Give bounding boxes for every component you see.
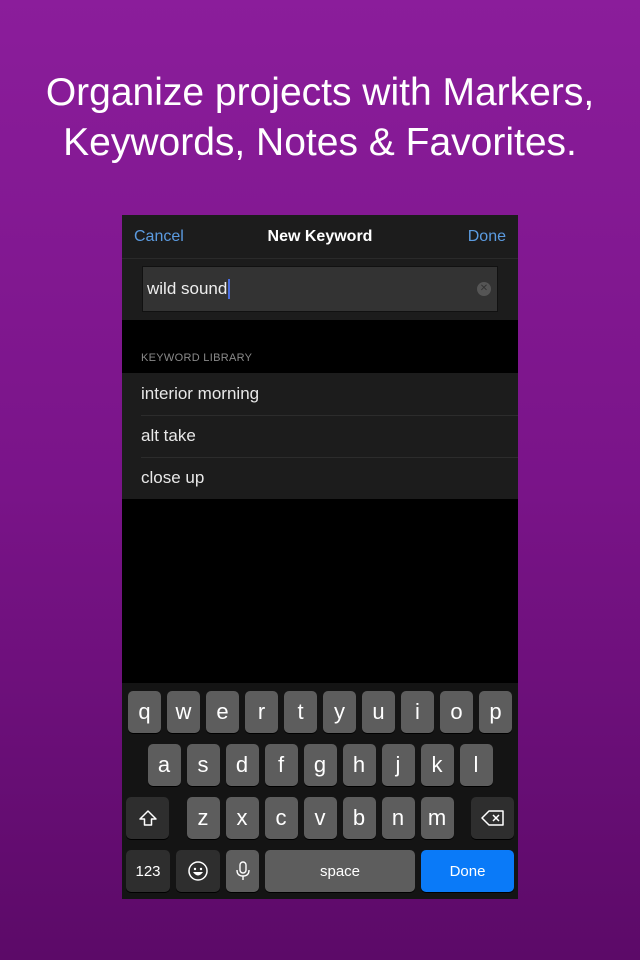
key-h[interactable]: h: [342, 744, 376, 786]
key-s[interactable]: s: [186, 744, 220, 786]
key-x[interactable]: x: [225, 797, 259, 839]
cancel-button[interactable]: Cancel: [134, 228, 184, 246]
key-g[interactable]: g: [303, 744, 337, 786]
keyboard: qwertyuiop asdfghjkl zxcvbnm 123 space D…: [122, 683, 518, 899]
input-container: wild sound ✕: [122, 258, 518, 320]
space-key[interactable]: space: [265, 850, 415, 892]
key-p[interactable]: p: [479, 691, 512, 733]
delete-key[interactable]: [471, 797, 514, 839]
keyboard-row-2: asdfghjkl: [126, 744, 514, 786]
key-t[interactable]: t: [284, 691, 317, 733]
phone-screen: Cancel New Keyword Done wild sound ✕ KEY…: [122, 215, 518, 899]
keyboard-row-1: qwertyuiop: [126, 691, 514, 733]
list-item[interactable]: interior morning: [122, 373, 518, 415]
numbers-key[interactable]: 123: [126, 850, 170, 892]
nav-bar: Cancel New Keyword Done: [122, 215, 518, 258]
text-caret: [228, 279, 231, 299]
shift-key[interactable]: [126, 797, 169, 839]
keyword-input[interactable]: wild sound ✕: [142, 266, 498, 312]
key-a[interactable]: a: [147, 744, 181, 786]
key-r[interactable]: r: [245, 691, 278, 733]
emoji-key[interactable]: [176, 850, 220, 892]
list-item[interactable]: close up: [122, 457, 518, 499]
key-f[interactable]: f: [264, 744, 298, 786]
microphone-icon: [235, 861, 250, 880]
key-c[interactable]: c: [264, 797, 298, 839]
keyword-list: interior morning alt take close up: [122, 373, 518, 499]
clear-icon[interactable]: ✕: [477, 282, 491, 296]
headline-line-1: Organize projects with Markers,: [45, 71, 595, 114]
keyboard-row-3: zxcvbnm: [126, 797, 514, 839]
microphone-key[interactable]: [226, 850, 259, 892]
key-y[interactable]: y: [323, 691, 356, 733]
key-i[interactable]: i: [401, 691, 434, 733]
delete-icon: [480, 810, 504, 826]
key-l[interactable]: l: [459, 744, 493, 786]
done-button[interactable]: Done: [468, 228, 506, 246]
shift-icon: [138, 810, 157, 826]
headline: Organize projects with Markers, Keywords…: [0, 68, 640, 168]
key-v[interactable]: v: [303, 797, 337, 839]
key-z[interactable]: z: [186, 797, 220, 839]
keyboard-done-key[interactable]: Done: [421, 850, 514, 892]
key-b[interactable]: b: [342, 797, 376, 839]
emoji-icon: [188, 861, 208, 881]
list-item[interactable]: alt take: [122, 415, 518, 457]
key-j[interactable]: j: [381, 744, 415, 786]
keyword-input-value: wild sound: [147, 279, 228, 298]
key-m[interactable]: m: [420, 797, 454, 839]
key-q[interactable]: q: [128, 691, 161, 733]
key-w[interactable]: w: [167, 691, 200, 733]
key-k[interactable]: k: [420, 744, 454, 786]
key-d[interactable]: d: [225, 744, 259, 786]
key-e[interactable]: e: [206, 691, 239, 733]
key-u[interactable]: u: [362, 691, 395, 733]
section-header: KEYWORD LIBRARY: [141, 352, 253, 364]
key-n[interactable]: n: [381, 797, 415, 839]
headline-line-2: Keywords, Notes & Favorites.: [63, 121, 577, 164]
key-o[interactable]: o: [440, 691, 473, 733]
